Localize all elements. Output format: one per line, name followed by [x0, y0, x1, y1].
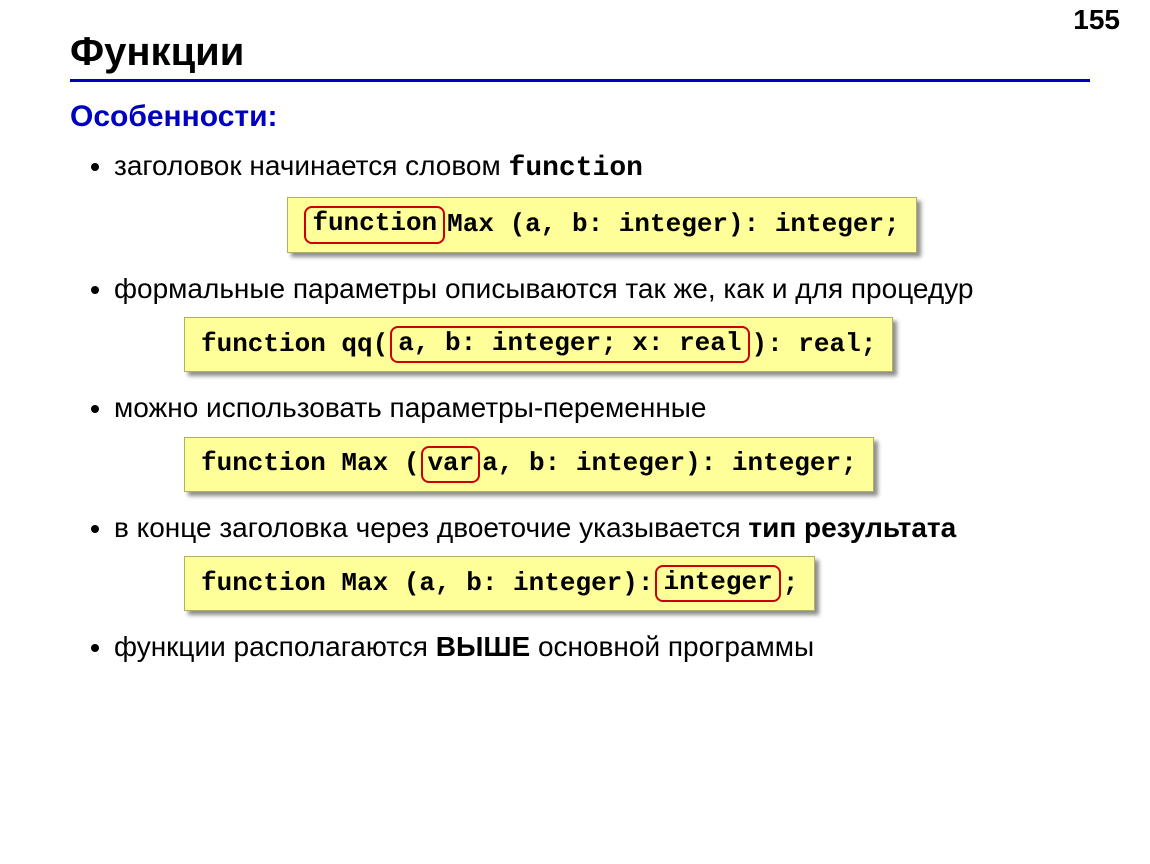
title-underline [70, 79, 1090, 82]
code-text: ): real; [752, 328, 877, 362]
bullet-text: формальные параметры описываются так же,… [114, 273, 973, 304]
code-text: Max (a, b: integer): integer; [447, 208, 899, 242]
list-item: формальные параметры описываются так же,… [114, 271, 1090, 373]
inline-code: function [509, 153, 643, 184]
code-block: function Max (a, b: integer): integer ; [184, 556, 815, 611]
list-item: заголовок начинается словом function fun… [114, 148, 1090, 253]
list-item: функции располагаются ВЫШЕ основной прог… [114, 629, 1090, 665]
code-text: ; [783, 567, 799, 601]
highlighted-keyword: var [421, 446, 480, 483]
code-text: a, b: integer): integer; [482, 447, 856, 481]
code-text: function qq( [201, 328, 388, 362]
code-block: function Max ( var a, b: integer): integ… [184, 437, 874, 492]
feature-list: заголовок начинается словом function fun… [70, 148, 1090, 666]
bullet-text: можно использовать параметры-переменные [114, 392, 706, 423]
code-block: function qq( a, b: integer; x: real ): r… [184, 317, 893, 372]
highlighted-params: a, b: integer; x: real [390, 326, 749, 363]
code-text: function Max ( [201, 447, 419, 481]
list-item: в конце заголовка через двоеточие указыв… [114, 510, 1090, 612]
page-title: Функции [70, 30, 1090, 75]
bullet-text: функции располагаются [114, 631, 436, 662]
highlighted-type: integer [655, 565, 780, 602]
code-block: function Max (a, b: integer): integer; [287, 197, 916, 252]
bold-text: ВЫШЕ [436, 631, 530, 662]
page-number: 155 [1073, 4, 1120, 36]
bullet-text: заголовок начинается словом [114, 150, 509, 181]
bullet-text: в конце заголовка через двоеточие указыв… [114, 512, 748, 543]
bullet-text: основной программы [530, 631, 814, 662]
bold-text: тип результата [748, 512, 956, 543]
code-text: function Max (a, b: integer): [201, 567, 653, 601]
list-item: можно использовать параметры-переменные … [114, 390, 1090, 492]
section-subhead: Особенности: [70, 100, 1090, 134]
highlighted-keyword: function [304, 206, 445, 243]
